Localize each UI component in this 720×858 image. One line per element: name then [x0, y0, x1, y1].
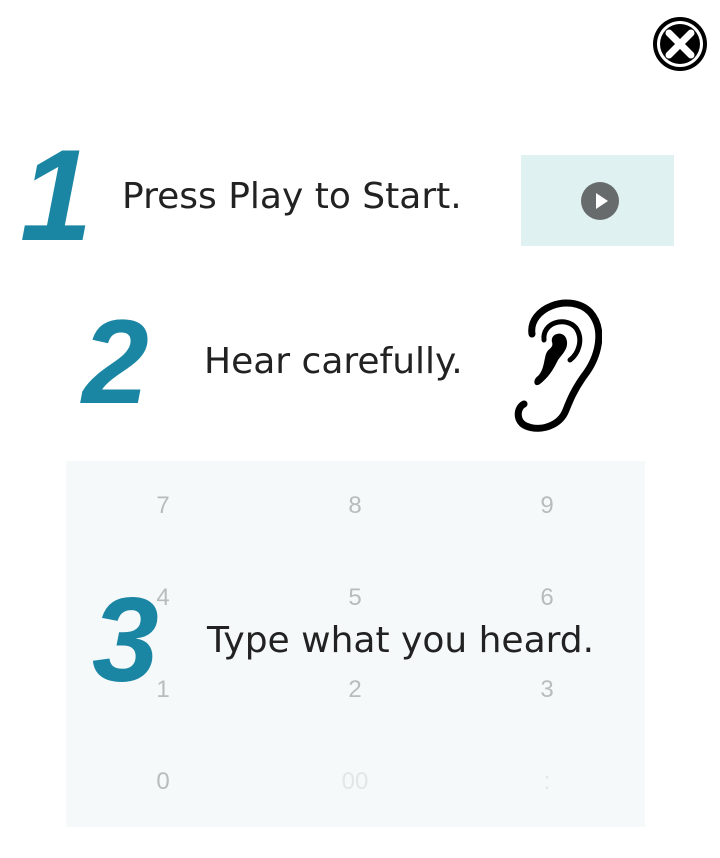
key-3[interactable]: 3 [517, 670, 577, 710]
key-8[interactable]: 8 [325, 486, 385, 526]
step-3-number: 3 [92, 573, 159, 707]
key-5[interactable]: 5 [325, 578, 385, 618]
ear-icon [514, 299, 602, 432]
key-0[interactable]: 0 [133, 762, 193, 802]
step-1-text: Press Play to Start. [122, 176, 462, 217]
step-1-number: 1 [20, 122, 93, 268]
key-colon[interactable]: : [517, 762, 577, 802]
key-00[interactable]: 00 [325, 762, 385, 802]
key-7[interactable]: 7 [133, 486, 193, 526]
key-9[interactable]: 9 [517, 486, 577, 526]
play-button[interactable] [521, 155, 674, 246]
step-2-number: 2 [82, 295, 149, 429]
close-x-icon [653, 17, 707, 71]
key-2[interactable]: 2 [325, 670, 385, 710]
step-2-text: Hear carefully. [204, 341, 463, 382]
key-6[interactable]: 6 [517, 578, 577, 618]
step-3-text: Type what you heard. [207, 620, 595, 661]
play-circle-icon [581, 182, 619, 220]
close-button[interactable] [651, 15, 709, 73]
